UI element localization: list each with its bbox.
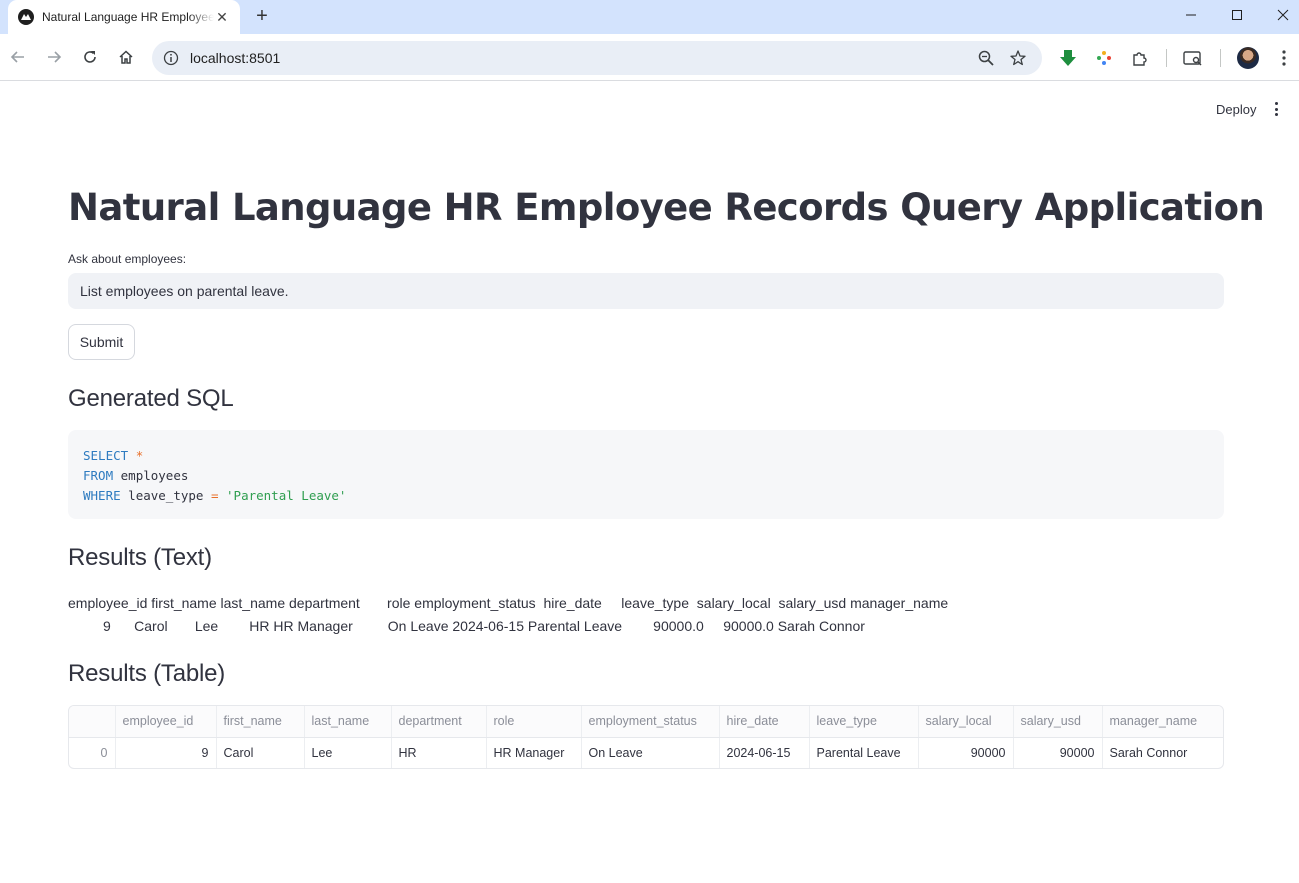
query-input[interactable] — [68, 273, 1224, 309]
address-bar[interactable]: localhost:8501 — [152, 41, 1042, 75]
forward-icon[interactable] — [44, 47, 64, 67]
results-text-heading: Results (Text) — [68, 544, 212, 571]
sql-code-block: SELECT * FROM employees WHERE leave_type… — [68, 430, 1224, 519]
extensions-puzzle-icon[interactable] — [1130, 48, 1150, 68]
url-text: localhost:8501 — [190, 50, 281, 66]
column-header-role[interactable]: role — [486, 706, 582, 738]
table-cell-salary-usd[interactable]: 90000 — [1013, 737, 1103, 768]
sql-column-name: leave_type — [128, 488, 204, 503]
sql-keyword: WHERE — [83, 488, 121, 503]
close-window-icon[interactable] — [1260, 0, 1299, 30]
table-cell-salary-local[interactable]: 90000 — [918, 737, 1014, 768]
maximize-window-icon[interactable] — [1214, 0, 1260, 30]
text-results-row: 9 Carol Lee HR HR Manager On Leave 2024-… — [68, 618, 865, 634]
column-header-employment-status[interactable]: employment_status — [581, 706, 720, 738]
tab-close-icon[interactable]: ✕ — [214, 9, 230, 26]
browser-tab[interactable]: Natural Language HR Employee Records Que… — [8, 0, 240, 34]
results-table-heading: Results (Table) — [68, 660, 226, 687]
tab-title: Natural Language HR Employee Records Que… — [42, 10, 214, 24]
text-results-header: employee_id first_name last_name departm… — [68, 595, 949, 611]
column-header-department[interactable]: department — [391, 706, 487, 738]
table-header-row: employee_id first_name last_name departm… — [69, 706, 1223, 738]
column-header-last-name[interactable]: last_name — [304, 706, 392, 738]
toolbar-separator — [1166, 49, 1167, 67]
tab-search-icon[interactable] — [1183, 48, 1203, 68]
table-cell-department[interactable]: HR — [391, 737, 487, 768]
column-header-salary-usd[interactable]: salary_usd — [1013, 706, 1103, 738]
download-arrow-icon[interactable] — [1058, 48, 1078, 68]
sql-table-name: employees — [120, 468, 189, 483]
query-label: Ask about employees: — [68, 252, 187, 266]
text-results: employee_id first_name last_name departm… — [68, 592, 948, 638]
browser-tab-strip: Natural Language HR Employee Records Que… — [0, 0, 1299, 34]
column-header-leave-type[interactable]: leave_type — [809, 706, 919, 738]
minimize-window-icon[interactable] — [1168, 0, 1214, 30]
site-info-icon[interactable] — [163, 50, 179, 66]
page-title: Natural Language HR Employee Records Que… — [68, 186, 1265, 229]
column-header-manager-name[interactable]: manager_name — [1102, 706, 1223, 738]
back-icon[interactable] — [8, 47, 28, 67]
generated-sql-heading: Generated SQL — [68, 385, 234, 412]
home-icon[interactable] — [116, 47, 136, 67]
column-header-salary-local[interactable]: salary_local — [918, 706, 1014, 738]
sql-keyword: SELECT — [83, 448, 129, 463]
table-cell-role[interactable]: HR Manager — [486, 737, 582, 768]
table-row[interactable]: 0 9 Carol Lee HR HR Manager On Leave 202… — [69, 737, 1223, 768]
reload-icon[interactable] — [80, 47, 100, 67]
browser-menu-icon[interactable] — [1274, 48, 1294, 68]
sparkle-extension-icon[interactable] — [1094, 48, 1114, 68]
table-cell-employment-status[interactable]: On Leave — [581, 737, 720, 768]
column-header-index[interactable] — [69, 706, 116, 738]
toolbar-separator — [1220, 49, 1221, 67]
results-dataframe[interactable]: employee_id first_name last_name departm… — [68, 705, 1224, 769]
table-cell-first-name[interactable]: Carol — [216, 737, 305, 768]
sql-keyword: FROM — [83, 468, 114, 483]
zoom-icon[interactable] — [977, 49, 995, 67]
table-cell-index[interactable]: 0 — [69, 737, 116, 768]
sql-operator: = — [210, 488, 219, 503]
app-menu-icon[interactable] — [1268, 100, 1284, 118]
table-cell-manager-name[interactable]: Sarah Connor — [1102, 737, 1223, 768]
table-cell-last-name[interactable]: Lee — [304, 737, 392, 768]
profile-avatar[interactable] — [1237, 47, 1259, 69]
column-header-employee-id[interactable]: employee_id — [115, 706, 217, 738]
sql-string-literal: 'Parental Leave' — [226, 488, 347, 503]
new-tab-icon[interactable]: + — [251, 5, 273, 27]
browser-toolbar: localhost:8501 — [0, 34, 1299, 81]
streamlit-favicon-icon — [18, 9, 34, 25]
table-cell-hire-date[interactable]: 2024-06-15 — [719, 737, 810, 768]
deploy-button[interactable]: Deploy — [1210, 99, 1262, 120]
submit-button[interactable]: Submit — [68, 324, 135, 360]
table-cell-employee-id[interactable]: 9 — [115, 737, 217, 768]
sql-operator: * — [135, 448, 144, 463]
bookmark-star-icon[interactable] — [1009, 49, 1027, 67]
column-header-first-name[interactable]: first_name — [216, 706, 305, 738]
column-header-hire-date[interactable]: hire_date — [719, 706, 810, 738]
table-cell-leave-type[interactable]: Parental Leave — [809, 737, 919, 768]
